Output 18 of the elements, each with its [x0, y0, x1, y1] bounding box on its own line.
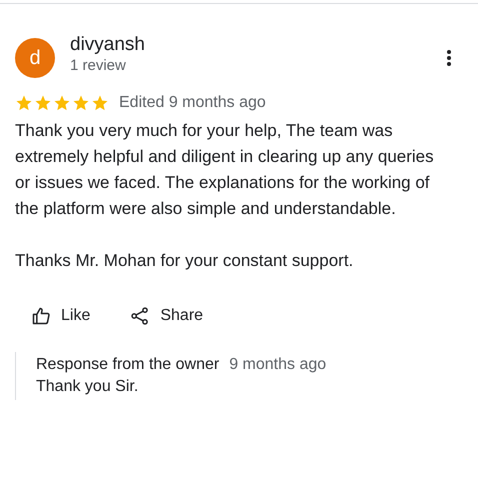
response-text: Thank you Sir. — [36, 378, 140, 396]
star-icon — [91, 94, 109, 112]
edited-time: Edited 9 months ago — [119, 94, 266, 112]
avatar: d — [15, 38, 55, 78]
share-button[interactable]: Share — [130, 300, 204, 332]
like-button[interactable]: Like — [31, 300, 90, 332]
review-text: Thank you very much for your help, The team was extremely helpful and diligent in clearing up any queries or issues we faced. The explanations for the working of the platform were also simple and understandable. — [15, 120, 435, 220]
response-title: Response from the owner — [36, 356, 220, 374]
star-icon — [53, 94, 71, 112]
review-count: 1 review — [70, 56, 127, 76]
reviewer-name[interactable]: divyansh — [70, 34, 441, 56]
star-icon — [15, 94, 33, 112]
share-icon — [130, 306, 150, 326]
star-icon — [34, 94, 52, 112]
thumbs-up-icon — [31, 306, 51, 326]
response-time: 9 months ago — [229, 356, 326, 374]
review-text: Thanks Mr. Mohan for your constant support. — [15, 250, 354, 272]
star-icon — [72, 94, 90, 112]
